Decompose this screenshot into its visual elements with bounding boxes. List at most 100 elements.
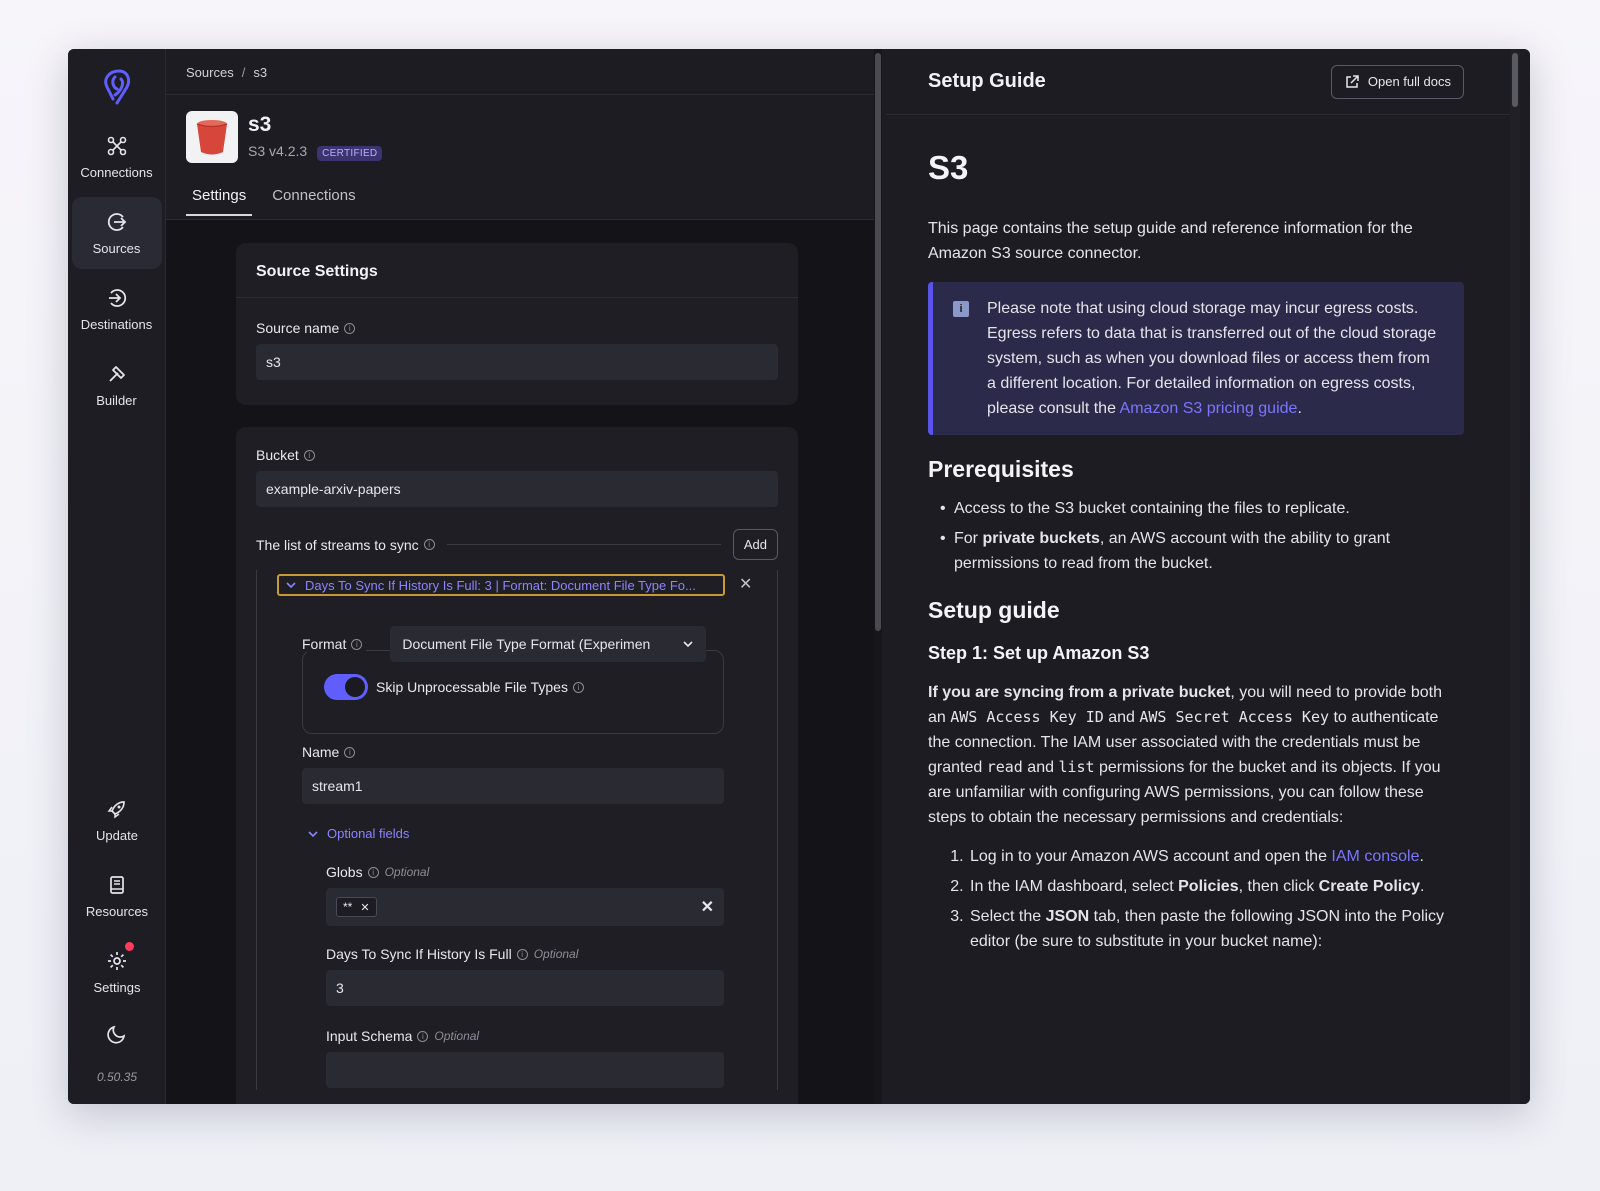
optional-tag: Optional: [533, 947, 579, 961]
prereq-heading: Prerequisites: [928, 456, 1074, 482]
pricing-guide-link[interactable]: Amazon S3 pricing guide: [1120, 400, 1298, 417]
open-docs-label: Open full docs: [1367, 74, 1451, 89]
info-icon[interactable]: i: [344, 322, 356, 334]
input-schema-input[interactable]: [326, 1052, 724, 1088]
sidebar-item-label: Sources: [92, 240, 141, 256]
sidebar-item-update[interactable]: Update: [72, 784, 162, 856]
certified-badge: CERTIFIED: [317, 146, 383, 161]
sidebar-item-resources[interactable]: Resources: [72, 860, 162, 932]
chevron-down-icon: [286, 582, 296, 589]
list-item-text: , then click: [1238, 878, 1319, 895]
input-schema-label: Input Schema: [326, 1028, 413, 1044]
sidebar-item-builder[interactable]: Builder: [72, 349, 162, 421]
bold-text: If you are syncing from a private bucket: [928, 684, 1231, 701]
middle-scrollbar[interactable]: [874, 49, 882, 1104]
clear-globs-icon[interactable]: ✕: [701, 897, 714, 917]
chevron-down-icon: [683, 641, 693, 648]
tab-connections[interactable]: Connections: [266, 187, 361, 216]
notification-dot: [125, 942, 134, 951]
list-item: Access to the S3 bucket containing the f…: [940, 496, 1464, 521]
globs-label: Globs: [326, 864, 363, 880]
remove-chip-icon[interactable]: ✕: [360, 901, 369, 914]
sidebar-item-label: Update: [96, 827, 138, 843]
setup-heading: Setup guide: [928, 597, 1060, 623]
doc-heading: S3: [928, 149, 969, 186]
format-select-value: Document File Type Format (Experimen: [402, 636, 651, 652]
open-docs-button[interactable]: Open full docs: [1330, 64, 1464, 99]
list-item-text: .: [1420, 878, 1425, 895]
breadcrumb-separator: /: [241, 65, 246, 80]
breadcrumb-sources[interactable]: Sources: [186, 65, 234, 80]
format-select[interactable]: Document File Type Format (Experimen: [390, 626, 707, 662]
breadcrumb: Sources / s3: [166, 49, 877, 95]
info-icon: i: [953, 301, 969, 317]
sidebar-item-sources[interactable]: Sources: [71, 197, 162, 269]
bold-text: Create Policy: [1318, 878, 1421, 895]
doc-intro: This page contains the setup guide and r…: [928, 220, 1413, 262]
steps-list: Log in to your Amazon AWS account and op…: [928, 844, 1464, 954]
skip-unprocessable-label: Skip Unprocessable File Types: [376, 679, 568, 695]
bucket-input[interactable]: example-arxiv-papers: [256, 471, 778, 507]
code-text: read: [986, 758, 1023, 776]
sidebar-item-label: Resources: [85, 903, 149, 919]
airbyte-logo[interactable]: [99, 67, 135, 107]
iam-console-link[interactable]: IAM console: [1331, 848, 1419, 865]
step1-heading: Step 1: Set up Amazon S3: [928, 643, 1150, 663]
stream-summary-text: Days To Sync If History Is Full: 3 | For…: [305, 577, 696, 593]
stream-name-label: Name: [302, 744, 340, 760]
sidebar-item-label: Settings: [93, 979, 141, 995]
connector-config-card: Bucket i example-arxiv-papers The list of…: [236, 427, 798, 1104]
list-item-text: For: [954, 530, 983, 547]
breadcrumb-current: s3: [253, 65, 268, 80]
step1-paragraph: If you are syncing from a private bucket…: [928, 680, 1464, 830]
info-icon[interactable]: i: [572, 681, 584, 693]
stream-name-input[interactable]: stream1: [302, 768, 724, 804]
optional-fields-toggle[interactable]: Optional fields: [307, 826, 409, 841]
remove-stream-icon[interactable]: ✕: [739, 574, 752, 594]
app-version: 0.50.35: [96, 1070, 138, 1084]
bold-text: private buckets: [982, 530, 1100, 547]
gear-icon: [108, 951, 126, 970]
bucket-label: Bucket: [256, 447, 299, 463]
list-item-text: Select the: [970, 908, 1046, 925]
builder-icon: [108, 365, 125, 382]
list-item: In the IAM dashboard, select Policies, t…: [968, 874, 1464, 899]
paragraph-text: and: [1022, 759, 1059, 776]
glob-chip: ** ✕: [336, 897, 377, 917]
code-text: list: [1058, 758, 1095, 776]
optional-tag: Optional: [434, 1029, 480, 1043]
optional-tag: Optional: [384, 865, 430, 879]
theme-toggle[interactable]: [72, 1012, 162, 1056]
sidebar-item-label: Builder: [96, 392, 137, 408]
code-text: AWS Access Key ID: [950, 708, 1104, 726]
days-label: Days To Sync If History Is Full: [326, 946, 512, 962]
info-icon[interactable]: i: [423, 539, 435, 550]
format-label: Format: [302, 636, 347, 652]
sidebar-item-destinations[interactable]: Destinations: [72, 273, 162, 345]
tab-settings[interactable]: Settings: [186, 187, 253, 216]
setup-guide-title: Setup Guide: [928, 70, 1046, 92]
source-name-input[interactable]: s3: [256, 344, 778, 380]
days-input[interactable]: 3: [326, 970, 724, 1006]
info-icon[interactable]: i: [417, 1030, 429, 1042]
rocket-icon: [107, 800, 125, 818]
sidebar-item-settings[interactable]: Settings: [72, 936, 162, 1008]
bold-text: Policies: [1178, 878, 1239, 895]
sidebar-item-connections[interactable]: Connections: [72, 121, 162, 193]
stream-summary-toggle[interactable]: Days To Sync If History Is Full: 3 | For…: [277, 574, 725, 596]
info-icon[interactable]: i: [351, 638, 363, 650]
info-icon[interactable]: i: [516, 948, 528, 960]
note-end: .: [1297, 400, 1302, 417]
external-link-icon: [1346, 74, 1359, 88]
info-icon[interactable]: i: [344, 746, 356, 758]
skip-unprocessable-toggle[interactable]: [324, 674, 368, 700]
globs-input[interactable]: ** ✕ ✕: [326, 888, 724, 926]
guide-scrollbar[interactable]: [1510, 49, 1520, 1104]
info-icon[interactable]: i: [303, 449, 315, 461]
streams-label: The list of streams to sync: [256, 536, 419, 553]
destinations-icon: [108, 288, 126, 307]
sidebar: Connections Sources Destinations Builder…: [68, 49, 166, 1104]
info-icon[interactable]: i: [367, 866, 379, 878]
sidebar-item-label: Destinations: [80, 316, 153, 332]
add-stream-button[interactable]: Add: [732, 529, 778, 560]
